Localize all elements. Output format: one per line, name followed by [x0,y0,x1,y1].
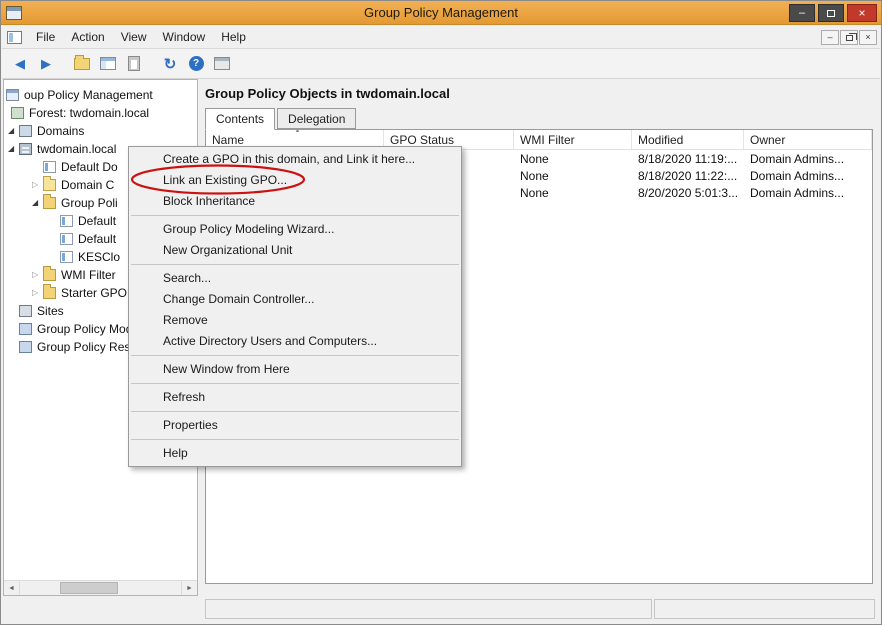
menu-item-create-gpo-and-link[interactable]: Create a GPO in this domain, and Link it… [129,149,461,170]
tree-item-domains[interactable]: Domains [4,122,197,140]
menu-separator [131,439,459,440]
maximize-icon [827,10,835,17]
domains-icon [19,125,32,137]
column-header-owner[interactable]: Owner [744,130,872,149]
console-window-icon [100,57,116,70]
gpo-icon [60,215,73,227]
forward-button[interactable] [34,52,58,76]
forward-arrow-icon [41,56,51,72]
expand-arrow-icon[interactable] [32,181,43,189]
menu-item-change-domain-controller[interactable]: Change Domain Controller... [129,289,461,310]
results-icon [19,341,32,353]
up-level-button[interactable] [70,52,94,76]
menu-help[interactable]: Help [213,27,254,47]
expand-arrow-icon[interactable] [32,271,43,279]
tab-contents[interactable]: Contents [205,108,275,130]
menu-view[interactable]: View [113,27,155,47]
expand-arrow-icon[interactable] [8,127,19,135]
menu-item-link-existing-gpo[interactable]: Link an Existing GPO... [129,170,461,191]
back-button[interactable] [8,52,32,76]
close-icon: × [858,7,865,19]
menu-separator [131,215,459,216]
menu-item-help[interactable]: Help [129,443,461,464]
menu-window[interactable]: Window [155,27,214,47]
context-menu: Create a GPO in this domain, and Link it… [128,146,462,467]
menu-separator [131,355,459,356]
menu-item-refresh[interactable]: Refresh [129,387,461,408]
expand-arrow-icon[interactable] [32,289,43,297]
title-bar: Group Policy Management – × [1,1,881,25]
clipboard-icon [128,56,140,71]
expand-arrow-icon[interactable] [8,145,19,153]
window-title: Group Policy Management [1,5,881,20]
back-arrow-icon [15,56,25,72]
menu-item-gp-modeling-wizard[interactable]: Group Policy Modeling Wizard... [129,219,461,240]
tab-strip: Contents Delegation [205,108,358,130]
column-header-modified[interactable]: Modified [632,130,744,149]
new-window-button[interactable] [210,52,234,76]
mdi-minimize-icon: – [827,33,832,42]
console-document-icon [7,31,22,44]
help-icon [189,56,204,71]
refresh-icon [164,55,177,73]
status-section-left [205,599,652,619]
tab-delegation[interactable]: Delegation [277,108,356,129]
mdi-restore-button[interactable] [840,30,858,45]
menu-item-properties[interactable]: Properties [129,415,461,436]
show-console-tree-button[interactable] [96,52,120,76]
folder-icon [43,269,56,281]
page-title: Group Policy Objects in twdomain.local [205,86,450,101]
menu-separator [131,383,459,384]
forest-icon [11,107,24,119]
folder-icon [43,197,56,209]
menu-item-new-window-from-here[interactable]: New Window from Here [129,359,461,380]
help-button[interactable] [184,52,208,76]
mdi-close-button[interactable]: × [859,30,877,45]
folder-icon [74,58,90,70]
window-controls: – × [786,4,877,22]
menu-item-ad-users-and-computers[interactable]: Active Directory Users and Computers... [129,331,461,352]
status-section-right [654,599,875,619]
status-bar [2,596,880,623]
column-header-wmi-filter[interactable]: WMI Filter [514,130,632,149]
mdi-window-controls: – × [820,30,877,45]
tree-horizontal-scrollbar[interactable] [4,580,197,595]
scrollbar-thumb[interactable] [60,582,118,594]
menu-action[interactable]: Action [63,27,112,47]
menu-separator [131,264,459,265]
gpo-icon [60,233,73,245]
gpo-icon [43,161,56,173]
menu-item-remove[interactable]: Remove [129,310,461,331]
menu-item-search[interactable]: Search... [129,268,461,289]
minimize-button[interactable]: – [789,4,815,22]
menu-file[interactable]: File [28,27,63,47]
menu-separator [131,411,459,412]
gpmc-window: Group Policy Management – × File Action … [0,0,882,625]
expand-arrow-icon[interactable] [32,199,43,207]
maximize-button[interactable] [818,4,844,22]
minimize-icon: – [799,8,805,19]
tree-item-forest[interactable]: Forest: twdomain.local [4,104,197,122]
mdi-minimize-button[interactable]: – [821,30,839,45]
menu-bar: File Action View Window Help – × [2,26,880,49]
tree-item-root[interactable]: oup Policy Management [4,86,197,104]
console-icon [6,89,19,101]
scroll-left-icon[interactable] [4,581,20,595]
modeling-icon [19,323,32,335]
menu-item-new-organizational-unit[interactable]: New Organizational Unit [129,240,461,261]
folder-icon [43,287,56,299]
menu-item-block-inheritance[interactable]: Block Inheritance [129,191,461,212]
new-window-icon [214,57,230,70]
gpo-icon [60,251,73,263]
close-button[interactable]: × [847,4,877,22]
sites-icon [19,305,32,317]
export-list-button[interactable] [122,52,146,76]
toolbar [2,49,880,79]
refresh-button[interactable] [158,52,182,76]
mdi-close-icon: × [865,33,870,42]
scroll-right-icon[interactable] [181,581,197,595]
organizational-unit-icon [43,179,56,191]
domain-icon [19,143,32,155]
mdi-restore-icon [846,35,853,41]
